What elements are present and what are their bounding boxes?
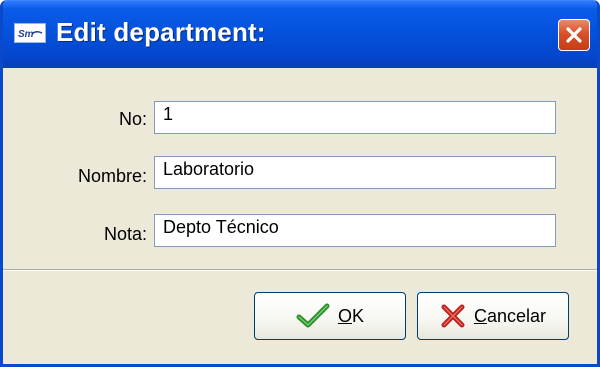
no-label: No:: [118, 109, 147, 129]
cancel-button[interactable]: Cancelar: [417, 292, 569, 340]
close-icon: [566, 27, 582, 43]
ok-button[interactable]: OK: [254, 292, 406, 340]
nota-field[interactable]: Depto Técnico: [154, 214, 556, 247]
dialog-title: Edit department:: [56, 17, 266, 47]
svg-text:Sm: Sm: [18, 29, 34, 39]
edit-department-dialog: Sm Edit department: No: 1 Nombre: Labora…: [0, 0, 600, 367]
nombre-field[interactable]: Laboratorio: [154, 156, 556, 189]
nombre-value: Laboratorio: [163, 158, 255, 179]
nota-value: Depto Técnico: [163, 216, 279, 237]
ok-button-label: OK: [337, 305, 365, 326]
no-field[interactable]: 1: [154, 101, 556, 134]
checkmark-icon: [296, 303, 330, 329]
close-button[interactable]: [558, 19, 590, 51]
separator: [3, 269, 597, 271]
nota-label: Nota:: [103, 224, 147, 244]
nombre-label: Nombre:: [77, 166, 147, 186]
no-value: 1: [163, 103, 174, 124]
cancel-button-label: Cancelar: [473, 305, 547, 326]
title-bar[interactable]: Sm Edit department:: [3, 0, 597, 68]
app-logo-icon: Sm: [14, 23, 46, 43]
cross-icon: [440, 303, 466, 329]
